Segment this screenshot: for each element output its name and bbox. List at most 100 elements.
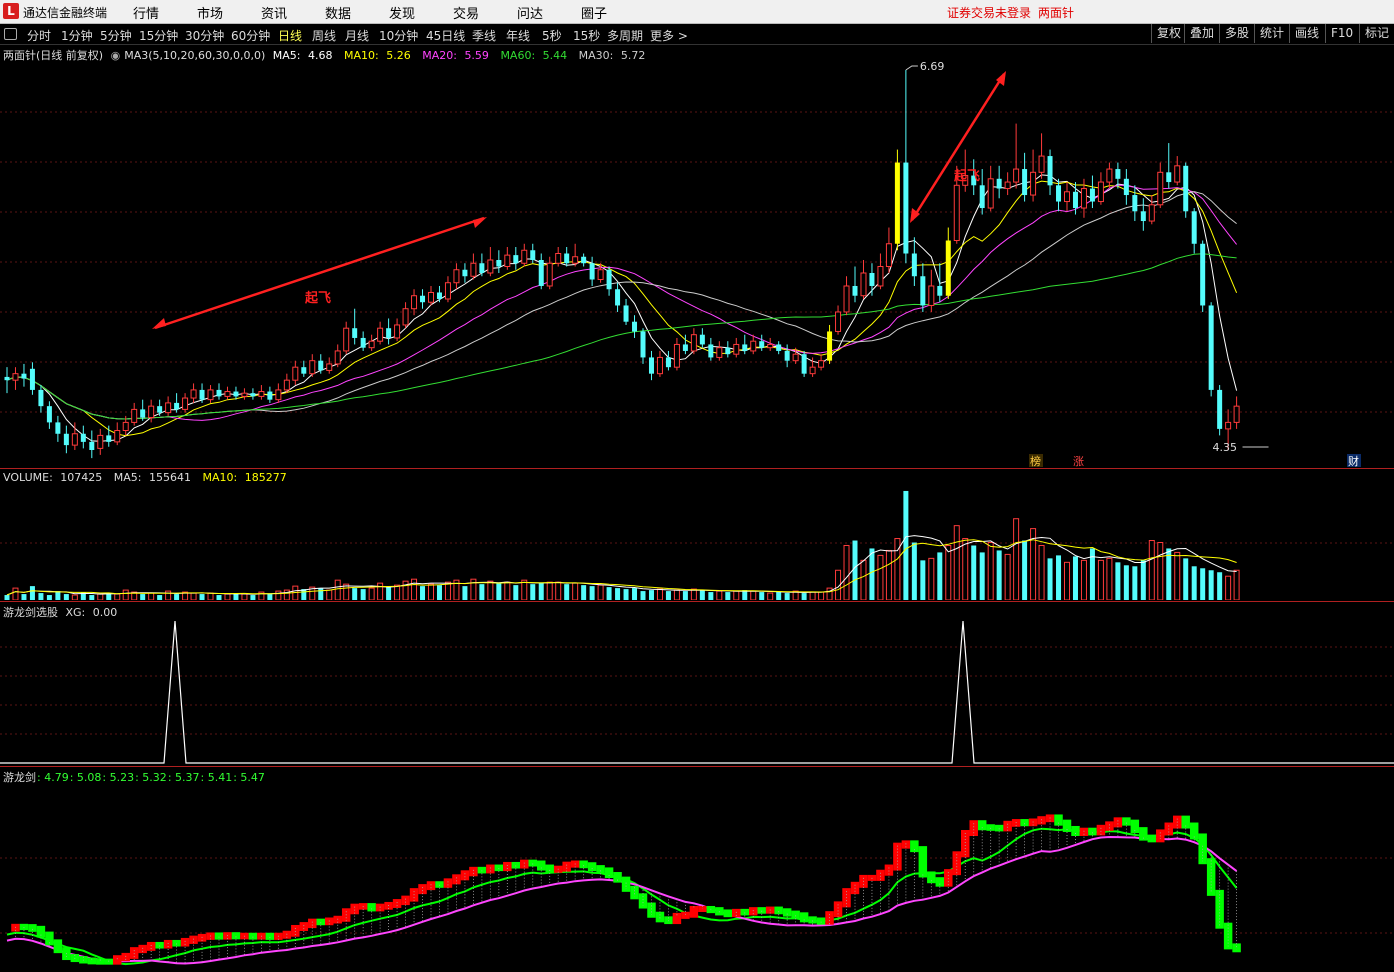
volume-bar xyxy=(114,593,121,600)
period-60min[interactable]: 60分钟 xyxy=(231,27,270,44)
candle-body xyxy=(148,405,155,419)
period-quarterly[interactable]: 季线 xyxy=(472,27,496,44)
menu-item-zixun[interactable]: 资讯 xyxy=(261,3,287,22)
takeoff-arrow-1 xyxy=(154,216,485,330)
period-multi[interactable]: 多周期 xyxy=(607,27,643,44)
menu-item-hangqing[interactable]: 行情 xyxy=(133,3,159,22)
candle-body xyxy=(784,350,790,361)
multi-stock-button[interactable]: 多股 xyxy=(1219,24,1254,43)
candle-body xyxy=(352,328,358,338)
period-5min[interactable]: 5分钟 xyxy=(100,27,132,44)
kline-chart[interactable]: 起飞起飞6.694.35榜涨财 xyxy=(0,62,1394,468)
menu-item-faxian[interactable]: 发现 xyxy=(389,3,415,22)
candle-body xyxy=(894,162,900,244)
menu-item-shuju[interactable]: 数据 xyxy=(325,3,351,22)
panel-toggle-icon[interactable] xyxy=(4,28,17,40)
period-daily[interactable]: 日线 xyxy=(278,27,302,44)
volume-bar xyxy=(140,594,146,600)
overlay-button[interactable]: 叠加 xyxy=(1184,24,1219,43)
statistics-button[interactable]: 统计 xyxy=(1254,24,1289,43)
volume-bar xyxy=(462,586,468,600)
period-fenshi[interactable]: 分时 xyxy=(27,27,51,44)
candle-body xyxy=(182,397,189,410)
volume-bar xyxy=(4,595,10,600)
volume-bar xyxy=(996,550,1002,600)
volume-bar xyxy=(725,592,731,600)
dragon-step-block xyxy=(486,864,495,874)
period-monthly[interactable]: 月线 xyxy=(345,27,369,44)
candle-body xyxy=(767,343,774,349)
volume-bar xyxy=(411,578,418,600)
candle-body xyxy=(106,435,112,442)
badge-financial: 财 xyxy=(1348,454,1359,468)
candle-body xyxy=(165,402,172,414)
period-1min[interactable]: 1分钟 xyxy=(61,27,93,44)
fuquan-button[interactable]: 复权 xyxy=(1151,24,1186,43)
period-30min[interactable]: 30分钟 xyxy=(185,27,224,44)
dragon-sword-chart[interactable] xyxy=(0,783,1394,972)
period-more[interactable]: 更多 > xyxy=(650,27,688,44)
period-5sec[interactable]: 5秒 xyxy=(542,27,562,44)
candle-body xyxy=(716,347,723,358)
candle-body xyxy=(521,249,528,264)
volume-bar xyxy=(648,590,654,600)
candle-body xyxy=(207,389,214,401)
dragon-step-block xyxy=(121,952,130,962)
mark-button[interactable]: 标记 xyxy=(1359,24,1394,43)
volume-bar xyxy=(521,579,528,600)
candle-body xyxy=(572,256,579,264)
ma-settings-icon[interactable]: ◉ xyxy=(111,49,121,62)
dragon-step-block xyxy=(265,932,275,940)
period-yearly[interactable]: 年线 xyxy=(506,27,530,44)
volume-bar xyxy=(360,589,366,600)
candle-body xyxy=(199,389,205,400)
period-toolbar: 分时 1分钟 5分钟 15分钟 30分钟 60分钟 日线 周线 月线 10分钟 … xyxy=(0,24,1394,45)
period-15sec[interactable]: 15秒 xyxy=(573,27,600,44)
candle-body xyxy=(360,337,366,348)
candle-body xyxy=(453,269,460,284)
candle-body xyxy=(275,389,282,401)
dragon-step-block xyxy=(146,941,156,951)
menu-item-shichang[interactable]: 市场 xyxy=(197,3,223,22)
candle-body xyxy=(987,178,994,209)
candle-body xyxy=(937,285,943,296)
dragon-step-block xyxy=(299,922,309,931)
trade-login-status[interactable]: 证券交易未登录 xyxy=(947,4,1031,21)
period-45day[interactable]: 45日线 xyxy=(426,27,465,44)
candle-body xyxy=(504,254,511,267)
f10-button[interactable]: F10 xyxy=(1325,24,1358,43)
period-weekly[interactable]: 周线 xyxy=(312,27,336,44)
volume-bar xyxy=(928,557,935,600)
dragon-step-block xyxy=(587,862,597,872)
volume-bar xyxy=(1225,575,1232,600)
ma60-readout: MA60: 5.44 xyxy=(500,49,568,62)
menu-item-jiaoyi[interactable]: 交易 xyxy=(453,3,479,22)
candle-body xyxy=(479,263,485,273)
volume-bar xyxy=(716,590,723,600)
menu-item-wenda[interactable]: 问达 xyxy=(517,3,543,22)
volume-chart[interactable] xyxy=(0,486,1394,600)
volume-bar xyxy=(708,592,714,600)
dragon-step-block xyxy=(689,905,699,918)
volume-bar xyxy=(979,552,985,600)
menu-item-quanzi[interactable]: 圈子 xyxy=(581,3,607,22)
dragon-step-block xyxy=(545,864,554,873)
candle-body xyxy=(334,350,341,365)
badge-limit-up: 涨 xyxy=(1073,455,1084,468)
period-10min[interactable]: 10分钟 xyxy=(379,27,418,44)
candle-body xyxy=(1056,185,1062,202)
volume-ma10: 185277 xyxy=(244,471,287,484)
xg-signal-chart[interactable] xyxy=(0,618,1394,766)
candle-body xyxy=(420,295,426,303)
candle-body xyxy=(513,255,519,264)
dragon-step-block xyxy=(621,876,631,892)
volume-bar xyxy=(420,586,426,600)
volume-bar xyxy=(1106,557,1113,600)
candle-body xyxy=(1157,171,1164,206)
draw-line-button[interactable]: 画线 xyxy=(1289,24,1324,43)
period-15min[interactable]: 15分钟 xyxy=(139,27,178,44)
dragon-step-block xyxy=(901,840,911,849)
candle-body xyxy=(538,260,544,286)
volume-bar xyxy=(903,490,909,600)
volume-bar xyxy=(1056,555,1062,600)
